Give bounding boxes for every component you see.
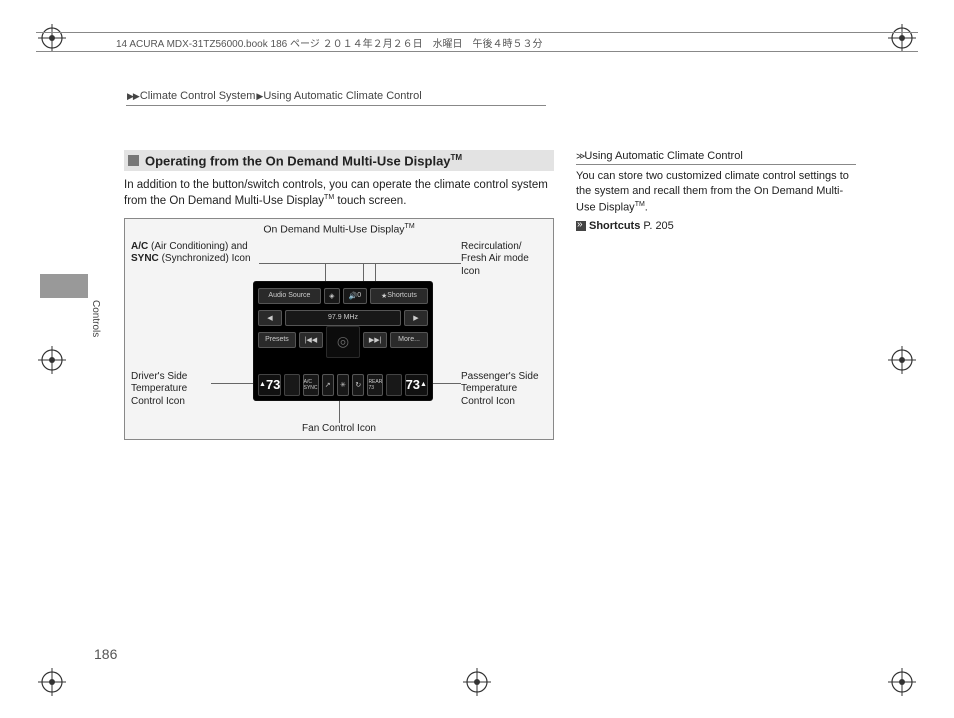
seek-fwd-button[interactable]: ▶▶| xyxy=(363,332,387,348)
breadcrumb-section: Climate Control System xyxy=(140,90,256,102)
crop-mark-icon xyxy=(888,668,916,696)
audio-source-button[interactable]: Audio Source xyxy=(258,288,321,304)
driver-temp-button[interactable]: ▲73 xyxy=(258,374,281,396)
mode-icon[interactable]: ↗ xyxy=(322,374,334,396)
crossref-icon xyxy=(576,221,586,231)
presets-button[interactable]: Presets xyxy=(258,332,296,348)
sidebar-crossref: Shortcuts P. 205 xyxy=(576,220,856,232)
crop-mark-icon xyxy=(463,668,491,696)
breadcrumb-arrow-icon: ▶ xyxy=(256,91,262,101)
section-heading: Operating from the On Demand Multi-Use D… xyxy=(124,150,554,171)
page-header: 14 ACURA MDX-31TZ56000.book 186 ページ ２０１４… xyxy=(36,32,918,52)
leader-line xyxy=(375,263,461,264)
breadcrumb: ▶▶Climate Control System▶Using Automatic… xyxy=(126,90,546,106)
fan-icon[interactable]: ✳ xyxy=(337,374,349,396)
rear-icon[interactable]: REAR73 xyxy=(367,374,383,396)
passenger-temp-button[interactable]: 73▲ xyxy=(405,374,428,396)
sidebar-heading: ≫Using Automatic Climate Control xyxy=(576,150,856,165)
crop-mark-icon xyxy=(38,668,66,696)
callout-driver-temp: Driver's Side Temperature Control Icon xyxy=(131,371,221,409)
leader-line xyxy=(339,401,340,423)
header-text: 14 ACURA MDX-31TZ56000.book 186 ページ ２０１４… xyxy=(116,35,543,50)
seek-back-button[interactable]: |◀◀ xyxy=(299,332,323,348)
page-number: 186 xyxy=(94,646,117,662)
intro-paragraph: In addition to the button/switch control… xyxy=(124,177,554,209)
recirc-icon[interactable]: ↻ xyxy=(352,374,364,396)
section-tab xyxy=(40,274,88,298)
figure-box: On Demand Multi-Use DisplayTM A/C (Air C… xyxy=(124,218,554,440)
heading-tm: TM xyxy=(451,153,463,162)
shortcuts-button[interactable]: ★ Shortcuts xyxy=(370,288,428,304)
crop-mark-icon xyxy=(38,346,66,374)
crop-mark-icon xyxy=(888,346,916,374)
heading-bullet-icon xyxy=(128,155,139,166)
sidebar-body: You can store two customized climate con… xyxy=(576,169,856,216)
breadcrumb-arrow-icon: ▶▶ xyxy=(127,91,139,101)
passenger-seat-icon[interactable] xyxy=(386,374,401,396)
section-label: Controls xyxy=(90,300,101,337)
leader-line xyxy=(259,263,375,264)
callout-fan: Fan Control Icon xyxy=(125,423,553,436)
sidebar-note: ≫Using Automatic Climate Control You can… xyxy=(576,150,856,232)
ac-sync-icon[interactable]: A/CSYNC xyxy=(303,374,319,396)
signal-icon: ◎ xyxy=(326,326,360,358)
heading-text: Operating from the On Demand Multi-Use D… xyxy=(145,153,451,168)
radio-icon[interactable]: ◈ xyxy=(324,288,340,304)
frequency-display: 97.9 MHz xyxy=(285,310,401,326)
tune-right-button[interactable]: ▶ xyxy=(404,310,428,326)
more-button[interactable]: More... xyxy=(390,332,428,348)
device-screenshot: Audio Source ◈ 🔊 0 ★ Shortcuts ◀ 97.9 MH… xyxy=(253,281,433,401)
tune-left-button[interactable]: ◀ xyxy=(258,310,282,326)
volume-indicator: 🔊 0 xyxy=(343,288,367,304)
driver-seat-icon[interactable] xyxy=(284,374,299,396)
callout-recirc: Recirculation/ Fresh Air mode Icon xyxy=(461,241,549,279)
breadcrumb-page: Using Automatic Climate Control xyxy=(263,90,421,102)
figure-title: On Demand Multi-Use DisplayTM xyxy=(125,223,553,236)
callout-passenger-temp: Passenger's Side Temperature Control Ico… xyxy=(461,371,551,409)
